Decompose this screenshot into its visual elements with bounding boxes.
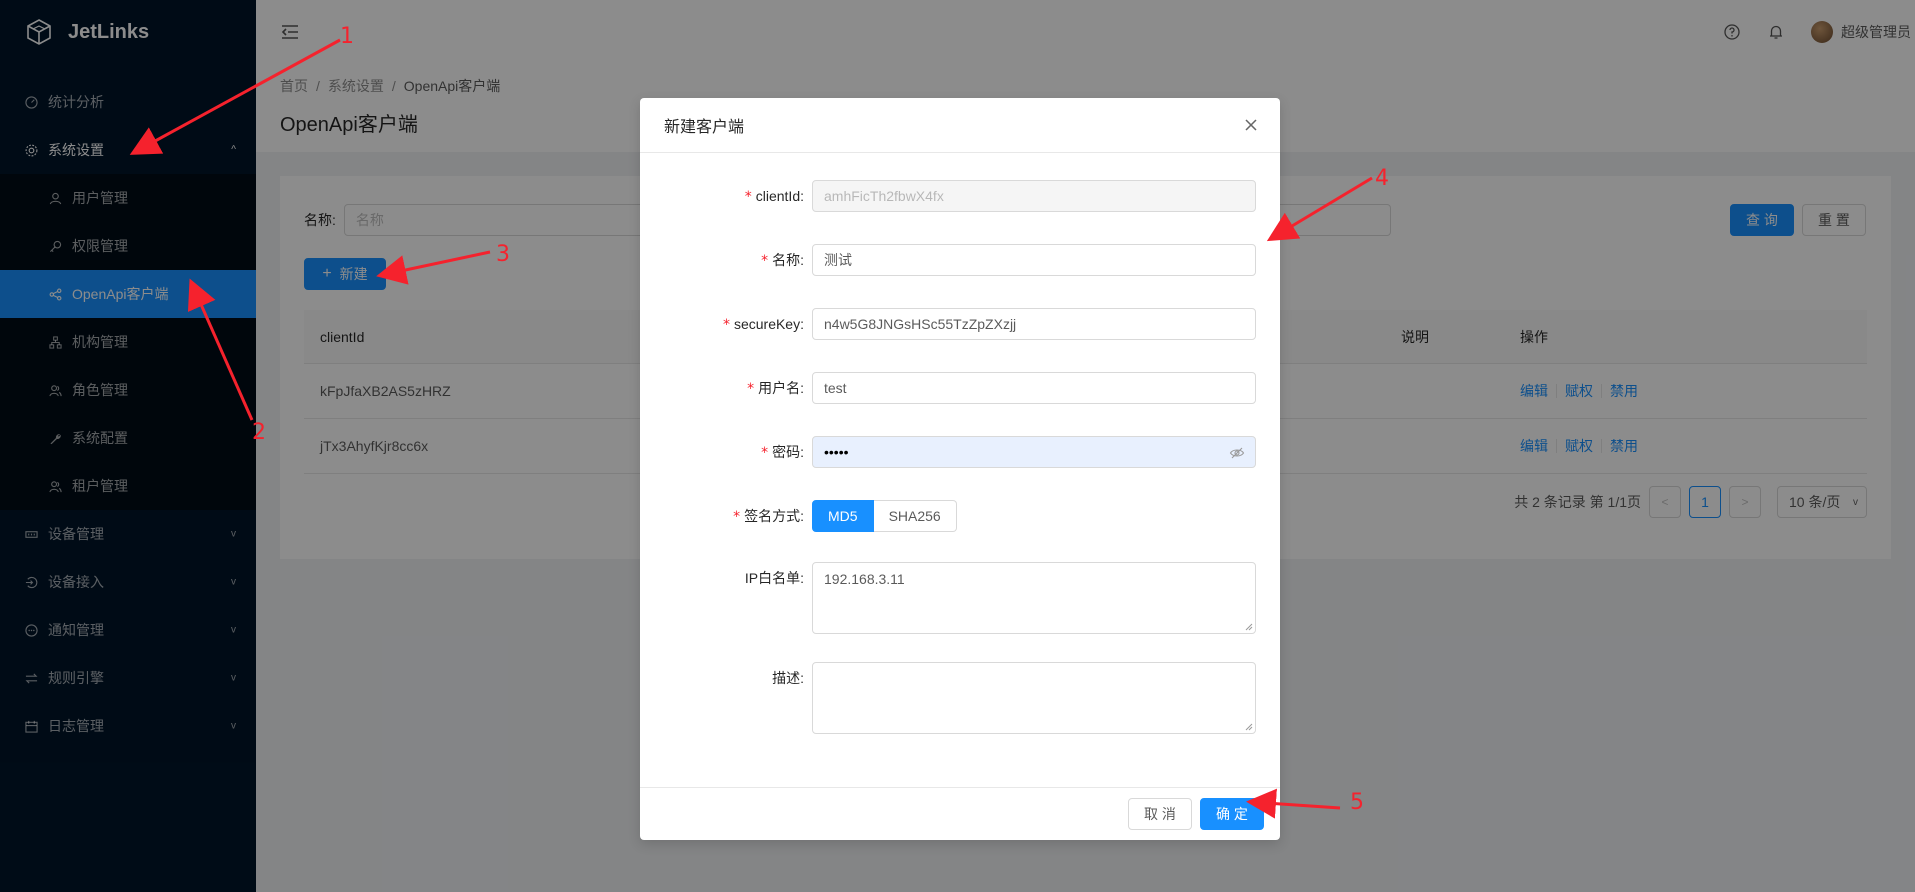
form-label: * 用户名: [640,372,812,405]
name-input[interactable]: 测试 [812,244,1256,276]
form-label: * 名称: [640,244,812,277]
confirm-button[interactable]: 确 定 [1200,798,1264,830]
form-label: * 密码: [640,436,812,469]
radio-sha256[interactable]: SHA256 [873,500,957,532]
annotation-number-3: 3 [496,242,510,267]
securekey-input[interactable]: n4w5G8JNGsHSc55TzZpZXzjj [812,308,1256,340]
ip-whitelist-value: 192.168.3.11 [824,571,905,587]
required-mark: * [761,253,769,269]
radio-md5[interactable]: MD5 [812,500,874,532]
annotation-number-1: 1 [340,24,354,49]
password-value: ••••• [824,444,849,460]
description-textarea[interactable] [812,662,1256,734]
form-control: 测试 [812,244,1256,276]
modal-header: 新建客户端 [640,98,1280,153]
label-text: clientId: [755,188,804,204]
sign-method-radio-group: MD5 SHA256 [812,500,1256,532]
close-icon[interactable] [1242,116,1260,134]
required-mark: * [761,445,769,461]
resize-handle-icon[interactable] [1245,623,1253,631]
form-item-ip-whitelist: IP白名单: 192.168.3.11 [640,562,1280,634]
label-text: IP白名单: [744,570,804,586]
form-control: amhFicTh2fbwX4fx [812,180,1256,212]
clientid-input[interactable]: amhFicTh2fbwX4fx [812,180,1256,212]
form-control [812,662,1256,734]
required-mark: * [722,317,730,333]
label-text: 描述: [772,670,804,686]
form-control: 192.168.3.11 [812,562,1256,634]
cancel-button[interactable]: 取 消 [1128,798,1192,830]
required-mark: * [744,189,752,205]
resize-handle-icon[interactable] [1245,723,1253,731]
modal-title: 新建客户端 [664,119,745,136]
username-input[interactable]: test [812,372,1256,404]
form-label: IP白名单: [640,562,812,594]
annotation-number-5: 5 [1350,790,1364,815]
form-label: * 签名方式: [640,500,812,533]
form-item-sign-method: * 签名方式: MD5 SHA256 [640,500,1280,533]
annotation-number-2: 2 [252,420,266,445]
label-text: 签名方式: [744,508,804,524]
label-text: secureKey: [733,316,804,332]
form-item-securekey: * secureKey: n4w5G8JNGsHSc55TzZpZXzjj [640,308,1280,341]
form-label: * secureKey: [640,308,812,341]
form-control: n4w5G8JNGsHSc55TzZpZXzjj [812,308,1256,340]
form-item-name: * 名称: 测试 [640,244,1280,277]
required-mark: * [747,381,755,397]
eye-invisible-icon[interactable] [1229,445,1245,461]
form-control: ••••• [812,436,1256,468]
form-label: 描述: [640,662,812,694]
label-text: 用户名: [758,380,804,396]
form-item-clientid: * clientId: amhFicTh2fbwX4fx [640,180,1280,213]
password-input[interactable]: ••••• [812,436,1256,468]
form-control: test [812,372,1256,404]
form-item-username: * 用户名: test [640,372,1280,405]
label-text: 名称: [772,252,804,268]
annotation-number-4: 4 [1375,166,1389,191]
form-label: * clientId: [640,180,812,213]
form-item-description: 描述: [640,662,1280,734]
label-text: 密码: [772,444,804,460]
ip-whitelist-textarea[interactable]: 192.168.3.11 [812,562,1256,634]
new-client-modal: 新建客户端 * clientId: amhFicTh2fbwX4fx * 名称: 测… [640,98,1280,840]
modal-footer: 取 消 确 定 [640,787,1280,840]
form-item-password: * 密码: ••••• [640,436,1280,469]
required-mark: * [733,509,741,525]
